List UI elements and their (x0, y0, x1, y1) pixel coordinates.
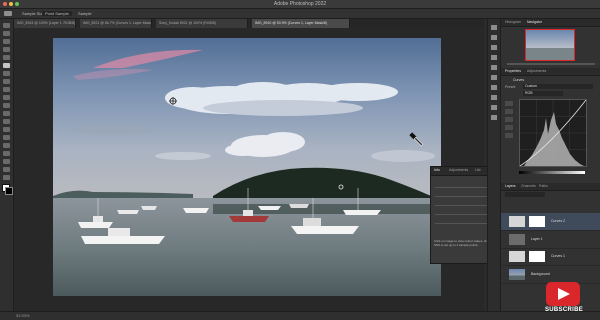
navigator-preview[interactable] (525, 29, 575, 61)
properties-tabs: Properties Adjustments (501, 68, 600, 76)
lasso-icon[interactable] (3, 39, 10, 44)
shape-icon[interactable] (3, 159, 10, 164)
sample-size-select[interactable]: Point Sample (42, 11, 72, 16)
character-icon[interactable] (491, 75, 497, 80)
channel-select[interactable]: RGB (523, 91, 563, 96)
tab-properties[interactable]: Properties (505, 69, 521, 73)
styles-icon[interactable] (491, 95, 497, 100)
info-readouts (435, 179, 489, 239)
clone-stamp-icon[interactable] (3, 87, 10, 92)
brush-icon[interactable] (3, 79, 10, 84)
layers-tabs: Layers Channels Paths (501, 183, 600, 191)
sample-label: Sample (78, 11, 92, 16)
swatches-icon[interactable] (491, 55, 497, 60)
subscribe-badge[interactable]: SUBSCRIBE (540, 280, 588, 316)
window-title: Adobe Photoshop 2022 (273, 1, 327, 7)
tab-adjustments[interactable]: Adjustments (527, 69, 546, 73)
layer-row[interactable]: Curves 1 (501, 248, 600, 266)
pencil-icon[interactable] (505, 109, 513, 114)
hand-icon[interactable] (3, 167, 10, 172)
layer-name: Background (531, 272, 550, 276)
history-brush-icon[interactable] (3, 95, 10, 100)
marquee-icon[interactable] (3, 31, 10, 36)
tab-libraries[interactable]: Libr (475, 168, 481, 172)
blur-icon[interactable] (3, 119, 10, 124)
properties-title: Curves (513, 78, 525, 82)
info-icon[interactable] (491, 115, 497, 120)
layer-row[interactable]: Layer 1 (501, 231, 600, 249)
tools-panel (0, 19, 14, 311)
history-icon[interactable] (491, 25, 497, 30)
document-tabs: IMG_8943 @ 100% (Layer 1, RGB/8) IMG_892… (14, 19, 484, 28)
curves-graph[interactable] (519, 99, 587, 167)
adjustment-layer-thumbnail (509, 216, 525, 227)
actions-icon[interactable] (491, 35, 497, 40)
curve-edit-icon[interactable] (505, 101, 513, 106)
panel-icon-strip (487, 19, 500, 311)
brush-settings-icon[interactable] (491, 65, 497, 70)
layer-mask-thumbnail (529, 251, 545, 262)
layer-row[interactable]: Curves 2 (501, 213, 600, 231)
zoom-level[interactable]: 53.93% (16, 313, 30, 318)
black-point-eyedropper-icon[interactable] (505, 117, 513, 122)
tab-histogram[interactable]: Histogram (505, 20, 521, 24)
paragraph-icon[interactable] (491, 85, 497, 90)
pen-icon[interactable] (3, 135, 10, 140)
background-color-swatch[interactable] (5, 187, 13, 195)
tab-channels[interactable]: Channels (521, 184, 536, 188)
document-tab-active[interactable]: IMG_8910 @ 53.9% (Curves 1, Layer Mask/8… (252, 19, 350, 28)
input-gradient (519, 171, 585, 174)
layer-name: Layer 1 (531, 237, 543, 241)
adjustment-layer-thumbnail (509, 251, 525, 262)
layer-name: Curves 2 (551, 219, 566, 223)
eyedropper-icon[interactable] (3, 63, 10, 68)
curves-histogram (519, 99, 587, 167)
info-hint-text: Click on image to view colour values. Us… (434, 239, 490, 247)
navigator-tabs: Histogram Navigator (501, 19, 600, 27)
dodge-icon[interactable] (3, 127, 10, 132)
magic-wand-icon[interactable] (3, 47, 10, 52)
gradient-icon[interactable] (3, 111, 10, 116)
document-tab[interactable]: Sony_Kodak 8921 @ 100% (RGB/8) (156, 19, 248, 28)
tab-layers[interactable]: Layers (505, 184, 516, 188)
healing-brush-icon[interactable] (3, 71, 10, 76)
tab-paths[interactable]: Paths (539, 184, 548, 188)
path-selection-icon[interactable] (3, 151, 10, 156)
eraser-icon[interactable] (3, 103, 10, 108)
layer-mask-thumbnail (529, 216, 545, 227)
eyedropper-tool-icon[interactable] (4, 11, 12, 16)
type-icon[interactable] (3, 143, 10, 148)
info-panel: Info Adjustments Libr Click on image to … (430, 166, 494, 264)
glyphs-icon[interactable] (491, 105, 497, 110)
layer-name: Curves 1 (551, 254, 566, 258)
image-layer-thumbnail (509, 269, 525, 280)
subscribe-label: SUBSCRIBE (544, 307, 584, 313)
crop-icon[interactable] (3, 55, 10, 60)
options-bar: Sample Size Point Sample Sample (0, 9, 600, 19)
title-bar: Adobe Photoshop 2022 (0, 0, 600, 9)
document-image[interactable] (53, 38, 441, 296)
preset-select[interactable]: Custom (523, 84, 593, 89)
zoom-icon[interactable] (3, 175, 10, 180)
harbor-photo (53, 38, 441, 296)
layer-thumbnail (509, 234, 525, 245)
move-icon[interactable] (3, 23, 10, 28)
gray-point-eyedropper-icon[interactable] (505, 125, 513, 130)
white-point-eyedropper-icon[interactable] (505, 133, 513, 138)
tab-info[interactable]: Info (434, 168, 440, 172)
navigator-zoom-slider[interactable] (507, 63, 595, 65)
document-tab[interactable]: IMG_8921 @ 66.7% (Curves 1, Layer Mask/8… (80, 19, 152, 28)
info-panel-tabs: Info Adjustments Libr (431, 167, 493, 176)
color-icon[interactable] (491, 45, 497, 50)
tab-navigator[interactable]: Navigator (527, 20, 542, 24)
layer-filter[interactable] (505, 192, 545, 197)
document-tab[interactable]: IMG_8943 @ 100% (Layer 1, RGB/8) (14, 19, 76, 28)
right-panels: Histogram Navigator Properties Adjustmen… (500, 19, 600, 311)
preset-label: Preset: (505, 85, 517, 89)
tab-adjustments[interactable]: Adjustments (449, 168, 468, 172)
